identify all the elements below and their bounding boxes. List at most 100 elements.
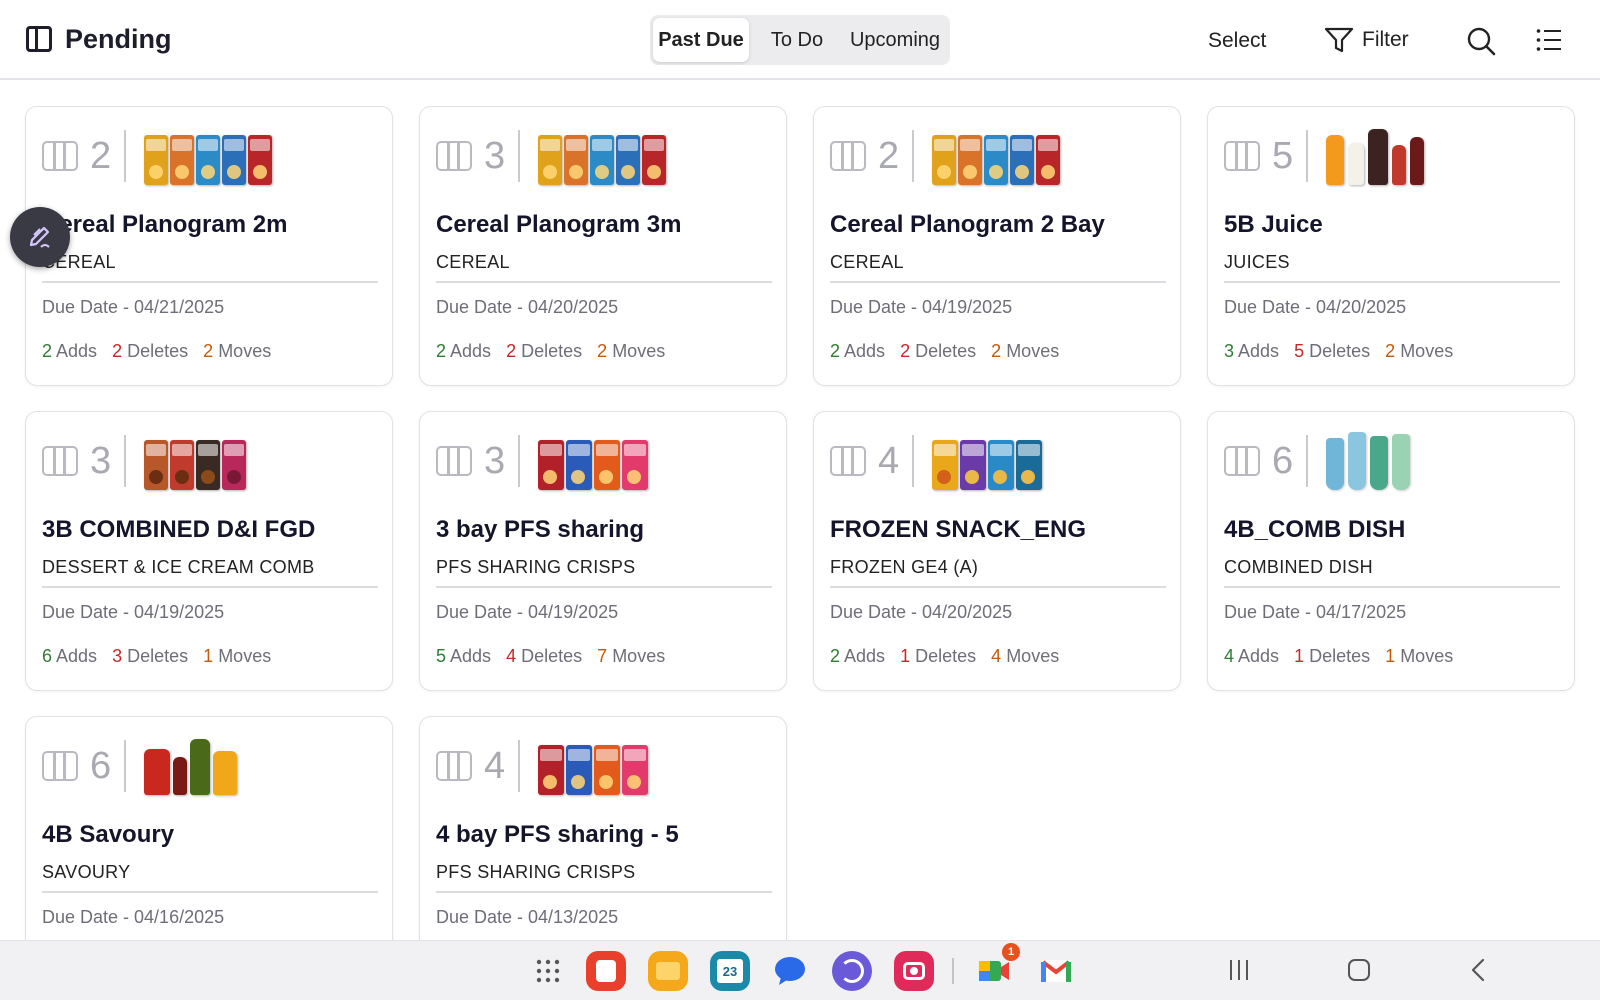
due-date: Due Date - 04/13/2025 — [436, 907, 619, 927]
deletes-label: Deletes — [521, 341, 583, 361]
bays-icon — [1224, 446, 1260, 476]
camera-app-icon[interactable] — [894, 951, 934, 991]
bays-icon — [830, 141, 866, 171]
notes-app-icon[interactable] — [586, 951, 626, 991]
files-app-icon[interactable] — [648, 951, 688, 991]
moves-count: 2 — [203, 341, 214, 361]
planogram-card[interactable]: 6 4B_COMB DISH COMBINED DISH Due Date - … — [1207, 411, 1575, 691]
adds-label: Adds — [1238, 341, 1280, 361]
internet-app-icon[interactable] — [832, 951, 872, 991]
bay-count: 6 — [90, 744, 112, 787]
meet-app-icon[interactable]: 1 — [974, 943, 1020, 991]
home-button[interactable] — [1346, 957, 1372, 988]
cereal-boxes-icon — [538, 127, 666, 185]
moves-label: Moves — [1006, 341, 1060, 361]
calendar-app-icon[interactable]: 23 — [710, 951, 750, 991]
search-icon — [1467, 27, 1496, 56]
planogram-card[interactable]: 3 3B COMBINED D&I FGD DESSERT & ICE CREA… — [25, 411, 393, 691]
back-icon — [1471, 958, 1485, 982]
planogram-card[interactable]: 2 Cereal Planogram 2 Bay CEREAL Due Date… — [813, 106, 1181, 386]
bay-count: 6 — [1272, 439, 1294, 482]
tab-upcoming[interactable]: Upcoming — [845, 18, 945, 62]
adds-count: 2 — [42, 341, 53, 361]
change-counts: 4 Adds 1 Deletes 1 Moves — [1224, 646, 1453, 667]
adds-label: Adds — [450, 646, 492, 666]
savoury-jars-icon — [144, 737, 237, 795]
filter-label: Filter — [1362, 28, 1409, 51]
adds-label: Adds — [56, 341, 98, 361]
search-button[interactable] — [1466, 26, 1496, 61]
bay-count: 3 — [484, 134, 506, 177]
sidebar-toggle-icon[interactable] — [26, 26, 52, 52]
card-category: COMBINED DISH — [1224, 557, 1373, 577]
tab-to-do[interactable]: To Do — [749, 18, 845, 62]
planogram-card[interactable]: 4 4 bay PFS sharing - 5 PFS SHARING CRIS… — [419, 716, 787, 940]
deletes-count: 1 — [1294, 646, 1305, 666]
dish-tubes-icon — [1326, 432, 1410, 490]
gmail-app-icon[interactable] — [1036, 951, 1076, 991]
card-category: FROZEN GE4 (A) — [830, 557, 979, 577]
deletes-label: Deletes — [521, 646, 583, 666]
system-taskbar: 23 1 — [0, 940, 1600, 1000]
adds-label: Adds — [56, 646, 98, 666]
dessert-boxes-icon — [144, 432, 246, 490]
due-date: Due Date - 04/21/2025 — [42, 297, 225, 317]
deletes-label: Deletes — [1309, 646, 1371, 666]
bays-icon — [42, 446, 78, 476]
card-title: 4B Savoury — [42, 821, 175, 848]
back-button[interactable] — [1468, 957, 1490, 988]
moves-count: 4 — [991, 646, 1002, 666]
planogram-card[interactable]: 3 3 bay PFS sharing PFS SHARING CRISPS D… — [419, 411, 787, 691]
tab-past-due[interactable]: Past Due — [653, 18, 749, 62]
list-menu-button[interactable] — [1536, 28, 1562, 57]
moves-count: 7 — [597, 646, 608, 666]
due-date: Due Date - 04/16/2025 — [42, 907, 225, 927]
card-title: 4B_COMB DISH — [1224, 516, 1406, 543]
planogram-card[interactable]: 6 4B Savoury SAVOURY Due Date - 04/16/20… — [25, 716, 393, 940]
moves-label: Moves — [612, 341, 666, 361]
cereal-boxes-icon — [144, 127, 272, 185]
moves-count: 1 — [1385, 646, 1396, 666]
recents-button[interactable] — [1228, 957, 1250, 988]
due-date: Due Date - 04/19/2025 — [42, 602, 225, 622]
card-category: SAVOURY — [42, 862, 131, 882]
planogram-card[interactable]: 5 5B Juice JUICES Due Date - 04/20/2025 … — [1207, 106, 1575, 386]
adds-count: 6 — [42, 646, 53, 666]
select-button[interactable]: Select — [1208, 29, 1266, 53]
change-counts: 5 Adds 4 Deletes 7 Moves — [436, 646, 665, 667]
change-counts: 6 Adds 3 Deletes 1 Moves — [42, 646, 271, 667]
messages-app-icon[interactable] — [770, 951, 810, 991]
recents-icon — [1230, 960, 1248, 980]
moves-label: Moves — [218, 341, 272, 361]
planogram-card[interactable]: 3 Cereal Planogram 3m CEREAL Due Date - … — [419, 106, 787, 386]
planogram-card[interactable]: 4 FROZEN SNACK_ENG FROZEN GE4 (A) Due Da… — [813, 411, 1181, 691]
filter-button[interactable]: Filter — [1324, 26, 1409, 54]
bays-icon — [436, 751, 472, 781]
adds-count: 4 — [1224, 646, 1235, 666]
deletes-label: Deletes — [127, 646, 189, 666]
moves-count: 2 — [597, 341, 608, 361]
planogram-card[interactable]: 2 Cereal Planogram 2m CEREAL Due Date - … — [25, 106, 393, 386]
edit-fab-button[interactable] — [10, 207, 70, 267]
moves-label: Moves — [1006, 646, 1060, 666]
moves-label: Moves — [1400, 646, 1454, 666]
due-date: Due Date - 04/19/2025 — [436, 602, 619, 622]
crisps-bags-icon — [538, 737, 648, 795]
due-date: Due Date - 04/20/2025 — [436, 297, 619, 317]
deletes-count: 1 — [900, 646, 911, 666]
notification-badge: 1 — [1002, 943, 1020, 961]
bays-icon — [42, 141, 78, 171]
bays-icon — [436, 446, 472, 476]
moves-count: 2 — [991, 341, 1002, 361]
adds-label: Adds — [844, 646, 886, 666]
bay-count: 4 — [484, 744, 506, 787]
deletes-label: Deletes — [127, 341, 189, 361]
deletes-count: 2 — [900, 341, 911, 361]
card-title: 4 bay PFS sharing - 5 — [436, 821, 679, 848]
card-category: PFS SHARING CRISPS — [436, 557, 636, 577]
due-date: Due Date - 04/20/2025 — [1224, 297, 1407, 317]
deletes-label: Deletes — [915, 646, 977, 666]
bay-count: 3 — [90, 439, 112, 482]
app-drawer-icon[interactable] — [528, 951, 568, 991]
card-title: 3B COMBINED D&I FGD — [42, 516, 316, 543]
